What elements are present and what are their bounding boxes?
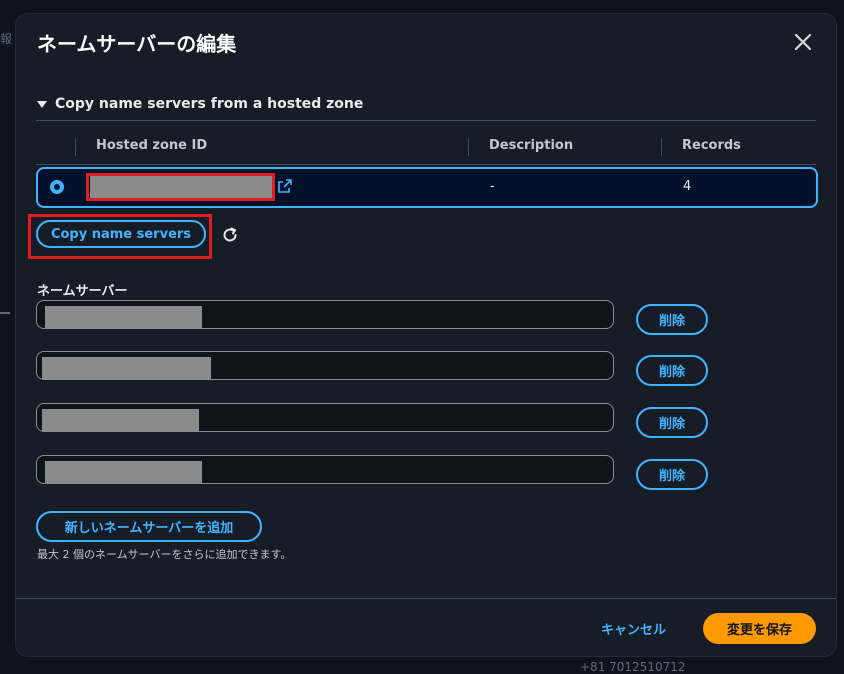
background-phone: +81 7012510712 [580, 660, 686, 674]
row-radio[interactable] [50, 180, 64, 194]
background-divider [0, 312, 10, 314]
name-server-input[interactable] [36, 403, 614, 432]
name-server-input[interactable] [36, 351, 614, 380]
delete-button[interactable]: 削除 [636, 304, 708, 335]
column-header-hosted-zone-id: Hosted zone ID [96, 138, 208, 153]
footer-divider [16, 598, 836, 599]
delete-button[interactable]: 削除 [636, 459, 708, 490]
column-separator [468, 138, 469, 156]
column-separator [75, 138, 76, 156]
external-link-icon[interactable] [278, 179, 292, 193]
column-header-records: Records [682, 138, 741, 153]
edit-name-servers-dialog: ネームサーバーの編集 Copy name servers from a host… [16, 14, 836, 656]
delete-button[interactable]: 削除 [636, 355, 708, 386]
row-description: - [490, 179, 495, 194]
background-fragment: 報 [0, 32, 13, 46]
add-limit-hint: 最大 2 個のネームサーバーをさらに追加できます。 [37, 548, 292, 561]
caret-down-icon [37, 100, 47, 108]
section-divider [36, 120, 816, 121]
table-row[interactable]: - 4 [36, 167, 818, 208]
refresh-icon[interactable] [221, 226, 239, 244]
column-header-description: Description [489, 138, 574, 153]
redacted-name-server [45, 461, 202, 483]
highlight-copy-button [28, 214, 212, 259]
add-name-server-button[interactable]: 新しいネームサーバーを追加 [36, 511, 262, 542]
redacted-name-server [45, 306, 202, 328]
name-servers-label: ネームサーバー [37, 284, 128, 299]
delete-button[interactable]: 削除 [636, 407, 708, 438]
close-icon[interactable] [790, 29, 816, 55]
save-changes-button[interactable]: 変更を保存 [703, 613, 816, 644]
cancel-button[interactable]: キャンセル [601, 619, 666, 638]
section-label: Copy name servers from a hosted zone [55, 96, 364, 112]
highlight-zone-id [86, 173, 275, 201]
row-records: 4 [683, 179, 692, 194]
redacted-name-server [42, 357, 211, 379]
dialog-title: ネームサーバーの編集 [37, 32, 237, 56]
name-server-input[interactable] [36, 455, 614, 484]
name-server-input[interactable] [36, 300, 614, 329]
column-separator [661, 138, 662, 156]
redacted-name-server [42, 409, 199, 431]
table-header-divider [36, 164, 816, 165]
copy-section-toggle[interactable]: Copy name servers from a hosted zone [37, 96, 363, 112]
